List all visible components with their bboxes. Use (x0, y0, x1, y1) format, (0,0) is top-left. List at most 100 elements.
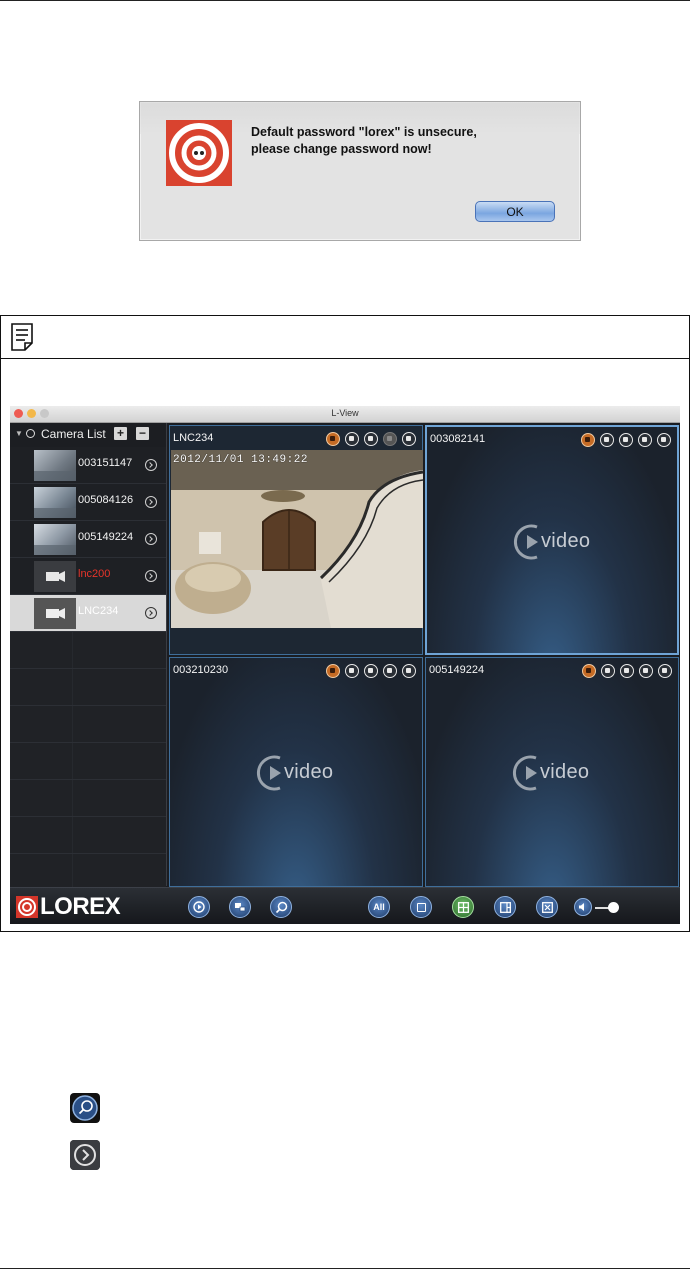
remove-camera-button[interactable]: − (136, 427, 149, 440)
folder-icon[interactable] (402, 432, 416, 446)
snapshot-icon[interactable] (364, 432, 378, 446)
video-panel-3[interactable]: 003210230 video (169, 657, 423, 887)
lorex-logo-text: LOREX (40, 893, 121, 920)
camera-name: 003151147 (78, 457, 133, 469)
video-placeholder: video (511, 522, 611, 562)
camera-name: 005084126 (78, 494, 134, 506)
note-header (1, 316, 689, 359)
talk-icon[interactable] (581, 433, 595, 447)
camera-details-chevron-icon[interactable] (145, 533, 157, 545)
microphone-icon[interactable] (383, 432, 397, 446)
talk-icon[interactable] (582, 664, 596, 678)
single-view-button[interactable] (410, 896, 432, 918)
panel-controls (326, 432, 416, 446)
speaker-icon (579, 903, 584, 911)
camera-details-chevron-icon[interactable] (145, 570, 157, 582)
single-view-icon (416, 902, 426, 912)
microphone-icon[interactable] (638, 433, 652, 447)
record-icon[interactable] (600, 433, 614, 447)
folder-icon[interactable] (658, 664, 672, 678)
ok-button[interactable]: OK (475, 201, 555, 222)
dialog-message-line-2: please change password now! (251, 142, 432, 156)
camera-list-header: ▼ Camera List + − (10, 423, 166, 445)
panel-controls (326, 664, 416, 678)
video-panel-2[interactable]: 003082141 video (425, 425, 679, 655)
camera-list-title: Camera List (41, 427, 106, 441)
panel-camera-label: 003082141 (430, 433, 486, 445)
empty-camera-slot (10, 780, 166, 817)
camera-list-icon (26, 429, 35, 438)
camera-name: 005149224 (78, 531, 134, 543)
device-settings-icon (235, 903, 246, 912)
microphone-icon[interactable] (639, 664, 653, 678)
live-video-feed: 2012/11/01 13:49:22 (171, 450, 423, 628)
camera-row-lnc200[interactable]: lnc200 (10, 558, 166, 595)
talk-icon[interactable] (326, 664, 340, 678)
folder-icon[interactable] (657, 433, 671, 447)
search-icon (275, 901, 287, 913)
top-rule (0, 0, 690, 1)
empty-camera-slot (10, 743, 166, 780)
panel-camera-label: LNC234 (173, 432, 214, 444)
view-all-button[interactable]: All (368, 896, 390, 918)
panel-camera-label: 003210230 (173, 664, 229, 676)
quad-view-button[interactable] (452, 896, 474, 918)
password-warning-dialog: Default password "lorex" is unsecure, pl… (139, 101, 581, 241)
camera-details-chevron-icon[interactable] (145, 607, 157, 619)
fullscreen-button[interactable] (536, 896, 558, 918)
camera-details-chevron-icon[interactable] (145, 496, 157, 508)
add-camera-button[interactable]: + (114, 427, 127, 440)
camera-details-chevron-icon[interactable] (145, 459, 157, 471)
volume-slider-track[interactable] (595, 907, 609, 909)
snapshot-icon[interactable] (620, 664, 634, 678)
chevron-legend-icon (70, 1140, 100, 1170)
camera-row-005084126[interactable]: 005084126 (10, 484, 166, 521)
camera-thumbnail (34, 524, 76, 555)
empty-camera-slot (10, 632, 166, 669)
camera-row-lnc234[interactable]: LNC234 (10, 595, 166, 632)
foyer-scene-image (171, 450, 423, 628)
camera-row-003151147[interactable]: 003151147 (10, 447, 166, 484)
empty-camera-slot (10, 706, 166, 743)
camera-thumbnail (34, 450, 76, 481)
playback-button[interactable] (188, 896, 210, 918)
volume-button[interactable] (574, 898, 592, 916)
bottom-toolbar: LOREX All (10, 887, 680, 924)
microphone-icon[interactable] (383, 664, 397, 678)
panel-controls (581, 433, 671, 447)
video-placeholder: video (254, 753, 354, 793)
camera-list-sidebar: ▼ Camera List + − 003151147 005084126 00… (10, 423, 167, 891)
camera-name: lnc200 (78, 568, 111, 580)
lview-window: L-View ▼ Camera List + − 003151147 00508… (10, 406, 680, 924)
camera-placeholder-icon (34, 561, 76, 592)
empty-camera-slot (10, 817, 166, 854)
video-placeholder-text: video (540, 761, 590, 783)
record-icon[interactable] (345, 432, 359, 446)
record-icon[interactable] (601, 664, 615, 678)
camera-row-005149224[interactable]: 005149224 (10, 521, 166, 558)
search-button[interactable] (270, 896, 292, 918)
video-panel-4[interactable]: 005149224 video (425, 657, 679, 887)
folder-icon[interactable] (402, 664, 416, 678)
record-icon[interactable] (345, 664, 359, 678)
dialog-message-line-1: Default password "lorex" is unsecure, (251, 125, 477, 139)
split-view-button[interactable] (494, 896, 516, 918)
video-timestamp: 2012/11/01 13:49:22 (173, 454, 308, 466)
camera-placeholder-icon (34, 598, 76, 629)
dialog-message: Default password "lorex" is unsecure, pl… (251, 124, 551, 158)
panel-controls (582, 664, 672, 678)
snapshot-icon[interactable] (364, 664, 378, 678)
collapse-triangle-icon[interactable]: ▼ (15, 429, 23, 438)
video-placeholder-text: video (541, 530, 591, 552)
volume-slider-handle[interactable] (608, 902, 619, 913)
lorex-warning-icon (166, 120, 232, 186)
device-settings-button[interactable] (229, 896, 251, 918)
video-placeholder-text: video (284, 761, 334, 783)
quad-view-icon (457, 901, 469, 913)
talk-icon[interactable] (326, 432, 340, 446)
window-titlebar: L-View (10, 406, 680, 423)
panel-camera-label: 005149224 (429, 664, 485, 676)
snapshot-icon[interactable] (619, 433, 633, 447)
video-panel-1[interactable]: LNC234 2012/11/01 13:49:22 (169, 425, 423, 655)
video-placeholder: video (510, 753, 610, 793)
